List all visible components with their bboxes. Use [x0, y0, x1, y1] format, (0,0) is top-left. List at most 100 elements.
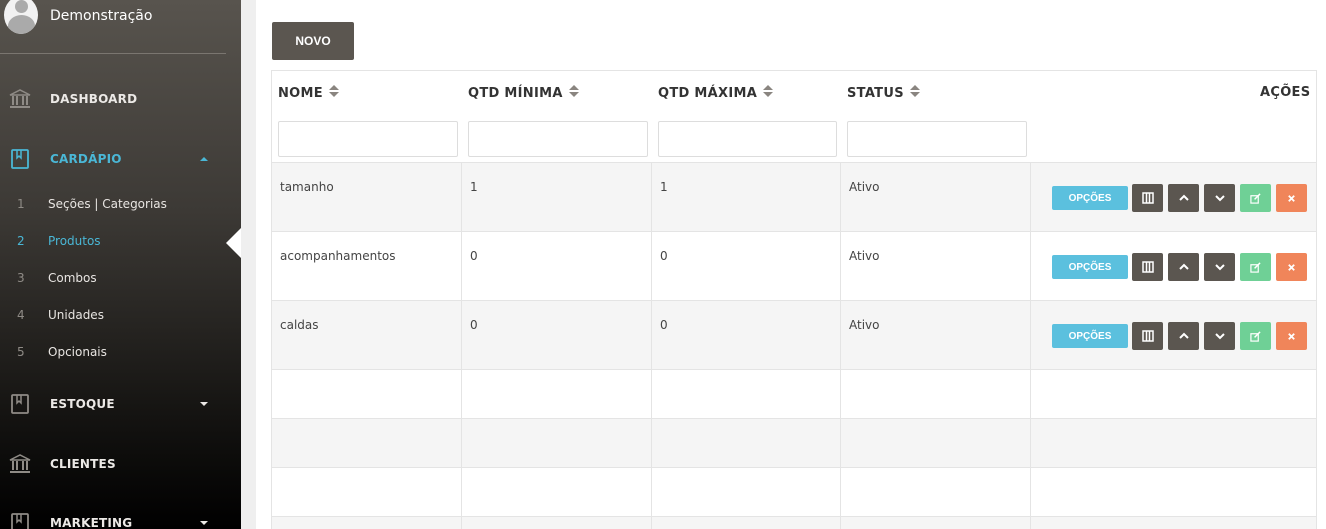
chevron-down-icon	[200, 402, 208, 406]
table-row: caldas 0 0 Ativo OPÇÕES	[272, 300, 1316, 369]
delete-button[interactable]	[1276, 184, 1307, 212]
sidebar-item-cardapio[interactable]: CARDÁPIO	[0, 144, 241, 174]
sidebar-item-marketing[interactable]: MARKETING	[0, 508, 241, 529]
move-down-button[interactable]	[1204, 322, 1235, 350]
cell-qtd-minima: 0	[470, 318, 478, 332]
sidebar-subitem-produtos[interactable]: 2 Produtos	[0, 234, 241, 254]
novo-button[interactable]: NOVO	[272, 22, 354, 60]
subitem-number: 1	[17, 197, 25, 211]
cell-status: Ativo	[849, 318, 880, 332]
subitem-label: Produtos	[48, 234, 101, 248]
delete-button[interactable]	[1276, 253, 1307, 281]
column-divider	[840, 162, 841, 529]
columns-button[interactable]	[1132, 322, 1163, 350]
opcoes-button[interactable]: OPÇÕES	[1052, 324, 1128, 348]
bank-icon	[9, 454, 31, 473]
chevron-up-icon	[1178, 263, 1189, 270]
opcoes-button[interactable]: OPÇÕES	[1052, 186, 1128, 210]
cell-qtd-maxima: 0	[660, 249, 668, 263]
move-up-button[interactable]	[1168, 253, 1199, 281]
subitem-number: 2	[17, 234, 25, 248]
sidebar-item-clientes[interactable]: CLIENTES	[0, 449, 241, 479]
filter-qtd-maxima-input[interactable]	[658, 121, 837, 157]
subitem-number: 4	[17, 308, 25, 322]
cell-nome: tamanho	[280, 180, 334, 194]
edit-button[interactable]	[1240, 253, 1271, 281]
cell-status: Ativo	[849, 180, 880, 194]
filter-status-input[interactable]	[847, 121, 1027, 157]
edit-icon	[1250, 330, 1261, 342]
sidebar-subitem-unidades[interactable]: 4 Unidades	[0, 308, 241, 328]
bank-icon	[9, 89, 31, 108]
filter-qtd-minima-input[interactable]	[468, 121, 648, 157]
book-icon	[11, 513, 29, 529]
sidebar-item-label: MARKETING	[50, 516, 133, 529]
edit-icon	[1250, 192, 1261, 204]
sidebar-item-label: DASHBOARD	[50, 92, 138, 106]
close-icon	[1288, 194, 1295, 202]
edit-button[interactable]	[1240, 184, 1271, 212]
subitem-label: Opcionais	[48, 345, 107, 359]
active-pointer	[226, 228, 241, 258]
table-row-empty	[272, 516, 1316, 529]
column-divider	[651, 162, 652, 529]
column-header-status[interactable]: STATUS	[847, 85, 920, 101]
sort-icon	[568, 85, 579, 98]
chevron-down-icon	[200, 521, 208, 525]
avatar[interactable]	[4, 0, 38, 34]
divider	[0, 53, 226, 54]
sidebar-subitem-opcionais[interactable]: 5 Opcionais	[0, 345, 241, 365]
columns-icon	[1141, 192, 1154, 204]
cell-qtd-maxima: 0	[660, 318, 668, 332]
sidebar-item-estoque[interactable]: ESTOQUE	[0, 389, 241, 419]
cell-nome: caldas	[280, 318, 319, 332]
move-down-button[interactable]	[1204, 253, 1235, 281]
column-header-qtd-maxima[interactable]: QTD MÁXIMA	[658, 85, 774, 101]
sort-icon	[328, 85, 339, 98]
move-up-button[interactable]	[1168, 184, 1199, 212]
chevron-up-icon	[200, 157, 208, 161]
sort-icon	[909, 85, 920, 98]
cell-status: Ativo	[849, 249, 880, 263]
sidebar: Demonstração DASHBOARD CARDÁPIO 1 Seções…	[0, 0, 241, 529]
table-row: tamanho 1 1 Ativo OPÇÕES	[272, 162, 1316, 231]
chevron-down-icon	[1214, 333, 1225, 340]
column-header-nome[interactable]: NOME	[278, 85, 339, 101]
columns-button[interactable]	[1132, 253, 1163, 281]
chevron-up-icon	[1178, 332, 1189, 339]
close-icon	[1288, 332, 1295, 340]
delete-button[interactable]	[1276, 322, 1307, 350]
filter-nome-input[interactable]	[278, 121, 458, 157]
column-header-acoes: AÇÕES	[1260, 85, 1311, 100]
move-up-button[interactable]	[1168, 322, 1199, 350]
sidebar-item-dashboard[interactable]: DASHBOARD	[0, 84, 241, 114]
table-row: acompanhamentos 0 0 Ativo OPÇÕES	[272, 231, 1316, 300]
table-row-empty	[272, 369, 1316, 418]
table-row-empty	[272, 467, 1316, 516]
columns-button[interactable]	[1132, 184, 1163, 212]
book-icon	[11, 394, 29, 414]
cell-qtd-minima: 1	[470, 180, 478, 194]
book-icon	[11, 149, 29, 169]
sidebar-item-label: ESTOQUE	[50, 397, 115, 411]
chevron-down-icon	[1214, 195, 1225, 202]
table-row-empty	[272, 418, 1316, 467]
move-down-button[interactable]	[1204, 184, 1235, 212]
column-header-qtd-minima[interactable]: QTD MÍNIMA	[468, 85, 579, 101]
user-name[interactable]: Demonstração	[50, 8, 152, 24]
edit-icon	[1250, 261, 1261, 273]
sidebar-subitem-combos[interactable]: 3 Combos	[0, 271, 241, 291]
chevron-down-icon	[1214, 264, 1225, 271]
sidebar-item-label: CARDÁPIO	[50, 152, 122, 166]
cell-nome: acompanhamentos	[280, 249, 396, 263]
sidebar-subitem-secoes[interactable]: 1 Seções | Categorias	[0, 197, 241, 217]
chevron-up-icon	[1178, 194, 1189, 201]
edit-button[interactable]	[1240, 322, 1271, 350]
sidebar-item-label: CLIENTES	[50, 457, 116, 471]
column-divider	[1030, 162, 1031, 529]
columns-icon	[1141, 261, 1154, 273]
opcoes-button[interactable]: OPÇÕES	[1052, 255, 1128, 279]
subitem-label: Seções | Categorias	[48, 197, 167, 211]
cell-qtd-maxima: 1	[660, 180, 668, 194]
sort-icon	[763, 85, 774, 98]
